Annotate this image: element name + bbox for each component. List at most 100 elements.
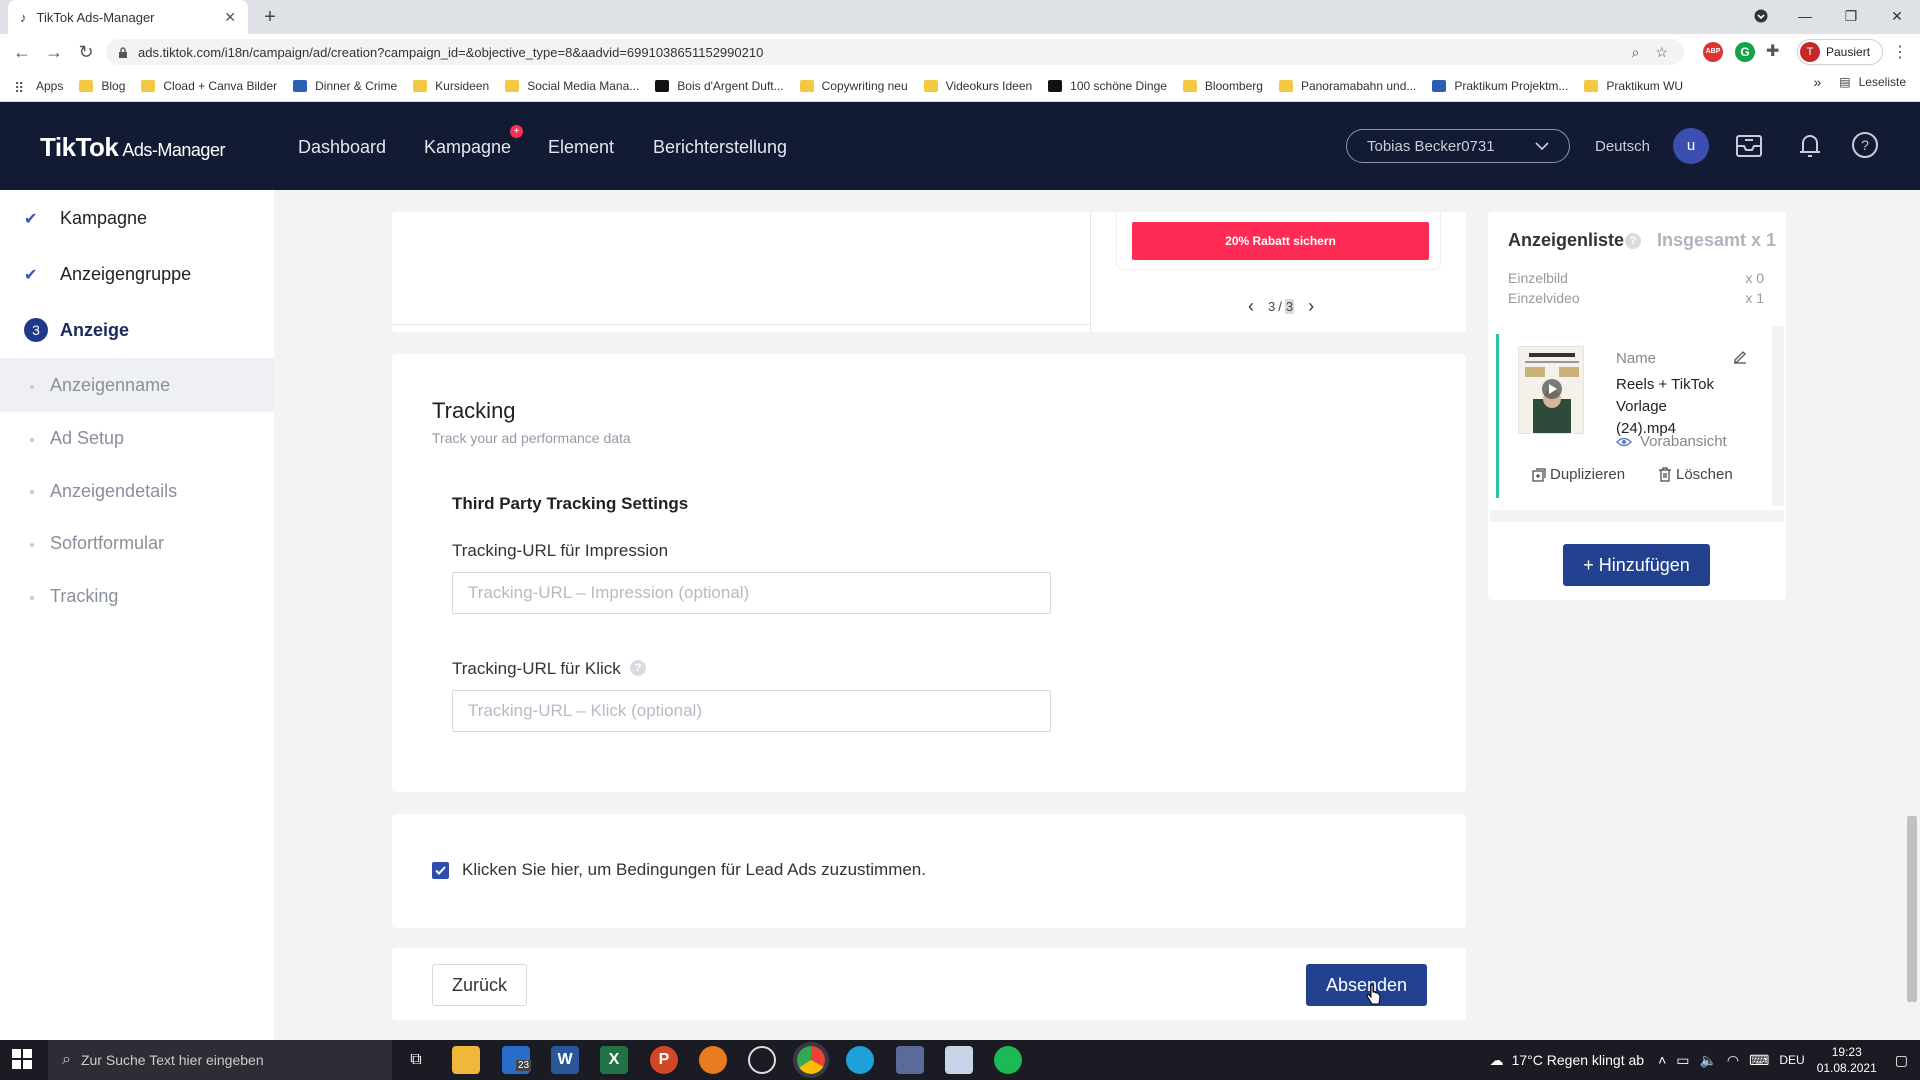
close-tab-icon[interactable]: ✕ (224, 9, 236, 26)
page-scrollbar-thumb[interactable] (1907, 816, 1917, 1002)
bookmark-item[interactable]: Bloomberg (1182, 79, 1263, 93)
bookmark-item[interactable]: Praktikum Projektm... (1432, 79, 1568, 93)
bookmarks-more-icon[interactable]: » (1813, 74, 1821, 90)
clock[interactable]: 19:23 01.08.2021 (1817, 1044, 1877, 1076)
help-icon[interactable]: ? (1625, 233, 1641, 249)
nav-berichterstellung[interactable]: Berichterstellung (653, 137, 787, 158)
bookmark-item[interactable]: Cload + Canva Bilder (141, 79, 277, 93)
nav-dashboard[interactable]: Dashboard (298, 137, 386, 158)
bookmark-item[interactable]: 100 schöne Dinge (1048, 79, 1167, 93)
duplicate-button[interactable]: Duplizieren (1532, 466, 1625, 483)
delete-label: Löschen (1676, 466, 1733, 483)
notifications-icon[interactable]: ▢ (1895, 1052, 1908, 1069)
address-bar[interactable]: ads.tiktok.com/i18n/campaign/ad/creation… (106, 39, 1684, 65)
bookmark-item[interactable]: Videokurs Ideen (923, 79, 1033, 93)
bookmark-item[interactable]: Blog (79, 79, 125, 93)
tiktok-logo[interactable]: TikTok Ads-Manager (40, 132, 225, 163)
bookmark-item[interactable]: Bois d'Argent Duft... (655, 79, 784, 93)
substep-anzeigenname[interactable]: Anzeigenname (50, 375, 170, 396)
bookmark-item[interactable]: Panoramabahn und... (1278, 79, 1416, 93)
help-icon[interactable]: ? (1848, 128, 1882, 162)
weather-text[interactable]: 17°C Regen klingt ab (1512, 1052, 1644, 1068)
spotify-icon[interactable] (994, 1046, 1022, 1074)
edit-pencil-icon[interactable] (1732, 348, 1748, 364)
substep-ad-setup[interactable]: Ad Setup (50, 428, 124, 449)
add-ad-button[interactable]: + Hinzufügen (1563, 544, 1710, 586)
back-button[interactable]: Zurück (432, 964, 527, 1006)
bookmark-star-icon[interactable]: ☆ (1655, 44, 1668, 61)
step-kampagne[interactable]: ✔ Kampagne (24, 208, 147, 229)
reading-list-icon[interactable]: ▤ (1839, 75, 1850, 89)
bookmark-item[interactable]: Copywriting neu (799, 79, 908, 93)
forward-icon[interactable]: → (42, 40, 66, 64)
video-thumbnail[interactable] (1518, 346, 1584, 434)
input-language[interactable]: DEU (1779, 1053, 1804, 1067)
terms-label[interactable]: Klicken Sie hier, um Bedingungen für Lea… (462, 860, 926, 880)
restore-icon[interactable]: ❐ (1828, 0, 1874, 32)
step-anzeigengruppe[interactable]: ✔ Anzeigengruppe (24, 264, 191, 285)
network-icon[interactable]: ▭ (1676, 1052, 1689, 1069)
tab-search-icon[interactable] (1738, 0, 1784, 32)
checkmark-icon (435, 866, 446, 875)
substep-sofortformular[interactable]: Sofortformular (50, 533, 164, 554)
reload-icon[interactable]: ↻ (74, 40, 98, 64)
browser-tab[interactable]: ♪ TikTok Ads-Manager ✕ (8, 0, 248, 34)
reading-list-label[interactable]: Leseliste (1859, 75, 1906, 89)
help-icon[interactable]: ? (630, 660, 646, 676)
powerpoint-icon[interactable]: P (650, 1046, 678, 1074)
app-icon[interactable] (699, 1046, 727, 1074)
substep-tracking[interactable]: Tracking (50, 586, 118, 607)
file-explorer-icon[interactable] (452, 1046, 480, 1074)
nav-kampagne[interactable]: Kampagne (424, 137, 511, 158)
account-selector[interactable]: Tobias Becker0731 (1346, 129, 1570, 163)
bookmark-item[interactable]: Social Media Mana... (505, 79, 639, 93)
bookmark-item[interactable]: ⠿ Apps (14, 79, 63, 96)
app-icon[interactable] (896, 1046, 924, 1074)
obs-icon[interactable] (748, 1046, 776, 1074)
taskbar-search[interactable]: ⌕ Zur Suche Text hier eingeben (48, 1040, 392, 1080)
tray-chevron-icon[interactable]: ˄ (1658, 1052, 1666, 1068)
task-view-icon[interactable]: ⧉ (402, 1046, 430, 1074)
browser-menu-icon[interactable]: ⋮ (1892, 42, 1908, 62)
step-anzeige[interactable]: 3 Anzeige (24, 318, 129, 342)
bookmark-item[interactable]: Praktikum WU (1584, 79, 1683, 93)
extensions-puzzle-icon[interactable]: ✚ (1766, 41, 1779, 61)
minimize-icon[interactable]: — (1782, 0, 1828, 32)
notification-bell-icon[interactable] (1793, 128, 1827, 162)
chevron-right-icon[interactable]: › (1308, 296, 1314, 317)
chrome-icon[interactable] (797, 1046, 825, 1074)
ad-list-horizontal-scrollbar[interactable] (1490, 510, 1784, 522)
preview-cta-button[interactable]: 20% Rabatt sichern (1132, 222, 1429, 260)
edge-icon[interactable] (846, 1046, 874, 1074)
new-tab-button[interactable]: + (258, 5, 282, 29)
nav-element[interactable]: Element (548, 137, 614, 158)
bookmark-item[interactable]: Kursideen (413, 79, 489, 93)
language-selector[interactable]: Deutsch (1595, 138, 1650, 155)
app-icon[interactable] (945, 1046, 973, 1074)
bookmark-item[interactable]: Dinner & Crime (293, 79, 397, 93)
window-close-icon[interactable]: ✕ (1874, 0, 1920, 32)
delete-button[interactable]: Löschen (1658, 466, 1733, 483)
excel-icon[interactable]: X (600, 1046, 628, 1074)
chevron-left-icon[interactable]: ‹ (1248, 296, 1254, 317)
keyboard-icon[interactable]: ⌨ (1749, 1052, 1769, 1069)
preview-link[interactable]: Vorabansicht (1616, 433, 1727, 450)
zoom-icon[interactable]: ⌕ (1632, 44, 1640, 61)
wifi-icon[interactable]: ◠ (1727, 1052, 1739, 1069)
volume-icon[interactable]: 🔈 (1699, 1052, 1716, 1069)
terms-checkbox[interactable] (432, 862, 449, 879)
word-icon[interactable]: W (551, 1046, 579, 1074)
back-icon[interactable]: ← (10, 40, 34, 64)
bookmark-label: Blog (101, 79, 126, 93)
adblock-extension-icon[interactable]: ABP (1703, 42, 1723, 62)
impression-url-input[interactable] (452, 572, 1051, 614)
grammarly-extension-icon[interactable]: G (1735, 42, 1755, 62)
bookmark-label: Videokurs Ideen (945, 79, 1033, 93)
windows-start-icon[interactable] (12, 1049, 32, 1069)
inbox-icon[interactable] (1732, 128, 1766, 162)
profile-button[interactable]: T Pausiert (1797, 39, 1883, 65)
click-url-input[interactable] (452, 690, 1051, 732)
substep-anzeigendetails[interactable]: Anzeigendetails (50, 481, 177, 502)
ad-list-vertical-scrollbar[interactable] (1772, 326, 1784, 506)
user-avatar[interactable]: u (1673, 128, 1709, 164)
